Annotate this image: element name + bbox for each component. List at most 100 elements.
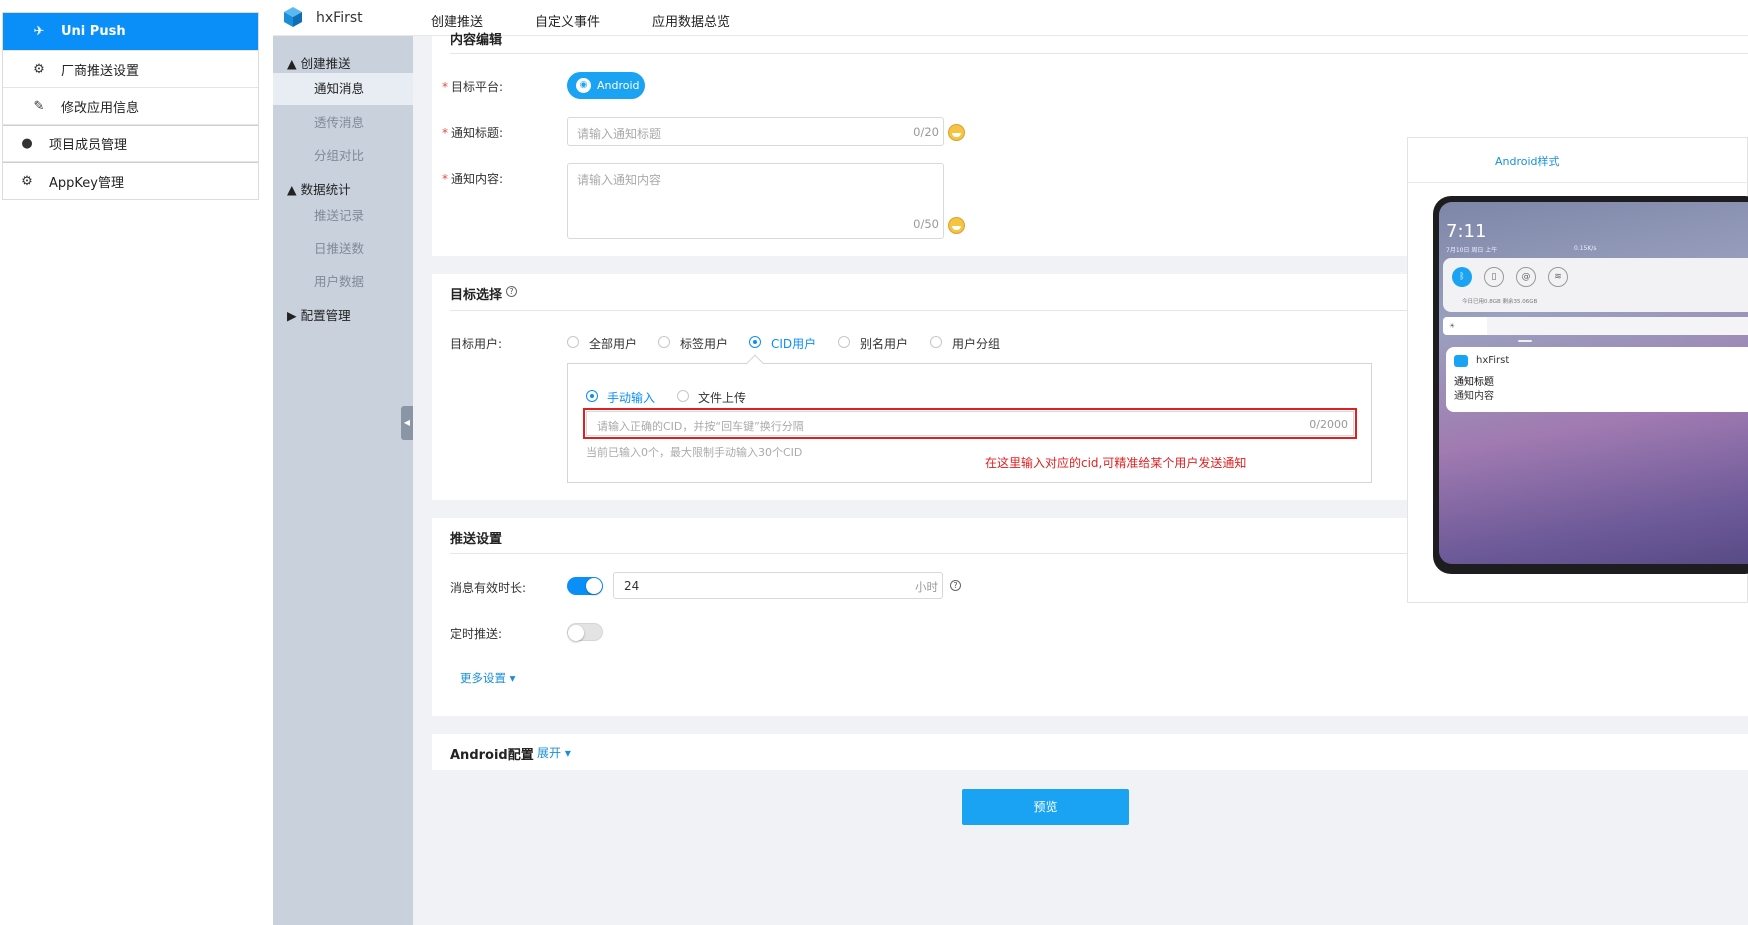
help-icon[interactable]: ? — [950, 580, 961, 591]
radio-user-groups[interactable] — [930, 336, 942, 348]
secondary-nav: ▲ 创建推送 通知消息 透传消息 分组对比 ▲ 数据统计 推送记录 日推送数 用… — [273, 36, 413, 925]
section-title-push-settings: 推送设置 — [450, 532, 503, 547]
notification-app-name: hxFirst — [1476, 355, 1510, 366]
gear-icon: ⚙ — [33, 61, 45, 77]
schedule-label: 定时推送: — [450, 627, 503, 641]
notification-title: 通知标题 — [1454, 377, 1494, 388]
platform-label: * 目标平台: — [442, 80, 504, 94]
brightness-slider: ☀ — [1443, 317, 1748, 335]
gear-icon: ⚙ — [21, 173, 33, 189]
radio-file-upload[interactable] — [677, 390, 689, 402]
divider — [1408, 182, 1748, 183]
collapse-nav-handle[interactable]: ◀ — [401, 406, 413, 440]
subnav-group-create-push[interactable]: ▲ 创建推送 — [287, 53, 351, 72]
title-counter: 0/20 — [913, 125, 939, 139]
subnav-item-group-compare[interactable]: 分组对比 — [273, 140, 413, 172]
app-icon — [1454, 355, 1468, 367]
sidebar-item-label: 项目成员管理 — [49, 138, 128, 153]
subnav-group-data-stats[interactable]: ▲ 数据统计 — [287, 179, 351, 198]
phone-screen: 7:11 7月10日 周日 上午 0.15K/s ᛒ ▯ @ ≋ 今日已用0.8… — [1439, 202, 1748, 564]
app-cube-icon — [284, 7, 302, 27]
body-counter: 0/50 — [913, 217, 939, 231]
radio-manual-input[interactable] — [586, 390, 598, 402]
subnav-item-notification[interactable]: 通知消息 — [273, 73, 413, 105]
expand-link[interactable]: 展开 ▾ — [537, 744, 571, 761]
sidebar-item-uni-push[interactable]: ✈ Uni Push — [3, 13, 258, 51]
section-title-content: 内容编辑 — [450, 33, 503, 48]
sidebar-item-label: 修改应用信息 — [61, 100, 140, 116]
rotate-icon: @ — [1516, 267, 1536, 287]
radio-tag-users[interactable] — [658, 336, 670, 348]
ttl-toggle[interactable] — [567, 577, 603, 595]
sidebar-item-label: Uni Push — [61, 24, 126, 39]
platform-android-chip[interactable]: ◉ Android — [567, 72, 645, 99]
radio-label[interactable]: 标签用户 — [680, 335, 728, 352]
subnav-item-daily-push[interactable]: 日推送数 — [273, 233, 413, 265]
help-icon[interactable]: ? — [506, 286, 517, 297]
schedule-toggle[interactable] — [567, 623, 603, 641]
radio-label[interactable]: 文件上传 — [698, 389, 746, 406]
cid-counter: 0/2000 — [1309, 418, 1348, 431]
sidebar-item-vendor-push-settings[interactable]: ⚙ 厂商推送设置 — [3, 51, 258, 88]
storage-text: 今日已用0.8GB 剩余35.06GB — [1462, 299, 1538, 305]
preview-button[interactable]: 预览 — [962, 789, 1129, 825]
notification-body: 通知内容 — [1454, 391, 1494, 402]
radio-all-users[interactable] — [567, 336, 579, 348]
android-icon: ◉ — [576, 78, 591, 93]
phone-date: 7月10日 周日 上午 — [1446, 247, 1498, 254]
wifi-icon: ≋ — [1548, 267, 1568, 287]
sidebar-item-appkey[interactable]: ⚙ AppKey管理 — [3, 162, 258, 199]
cid-textarea-highlight: 请输入正确的CID，并按“回车键”换行分隔 0/2000 — [583, 408, 1357, 439]
body-label: * 通知内容: — [442, 172, 504, 186]
notification-card: hxFirst 通知标题 通知内容 — [1446, 347, 1748, 412]
nav-create-push[interactable]: 创建推送 — [431, 11, 483, 30]
subnav-item-push-records[interactable]: 推送记录 — [273, 200, 413, 232]
drag-handle — [1518, 340, 1532, 342]
radio-label[interactable]: 别名用户 — [860, 335, 908, 352]
edit-icon: ✎ — [33, 98, 45, 114]
bluetooth-icon: ᛒ — [1452, 267, 1472, 287]
phone-speed: 0.15K/s — [1574, 245, 1597, 252]
sidebar-item-label: 厂商推送设置 — [61, 63, 140, 79]
nav-custom-events[interactable]: 自定义事件 — [535, 11, 600, 30]
android-config-panel: Android配置 展开 ▾ — [432, 734, 1748, 770]
android-style-tab[interactable]: Android样式 — [1495, 153, 1560, 169]
phone-clock: 7:11 — [1446, 221, 1487, 242]
flashlight-icon: ▯ — [1484, 267, 1504, 287]
radio-cid-users[interactable] — [749, 336, 761, 348]
subnav-item-passthrough[interactable]: 透传消息 — [273, 107, 413, 139]
radio-alias-users[interactable] — [838, 336, 850, 348]
radio-label[interactable]: 手动输入 — [607, 389, 655, 406]
sun-icon: ☀ — [1443, 317, 1487, 335]
caret-down-icon: ▾ — [564, 746, 571, 760]
paper-plane-icon: ✈ — [33, 24, 45, 39]
notification-title-input[interactable]: 请输入通知标题 0/20 — [567, 117, 944, 146]
section-title-target: 目标选择 — [450, 288, 503, 303]
cid-textarea[interactable]: 请输入正确的CID，并按“回车键”换行分隔 0/2000 — [586, 411, 1354, 436]
radio-label[interactable]: CID用户 — [771, 335, 816, 352]
cid-hint: 当前已输入0个，最大限制手动输入30个CID — [586, 446, 803, 459]
sidebar-item-project-members[interactable]: ● 项目成员管理 — [3, 125, 258, 162]
emoji-picker-icon[interactable] — [948, 217, 965, 234]
cid-input-box: 手动输入 文件上传 请输入正确的CID，并按“回车键”换行分隔 0/2000 当… — [567, 354, 1372, 483]
notification-body-textarea[interactable]: 请输入通知内容 0/50 — [567, 163, 944, 239]
ttl-input[interactable]: 24 小时 — [613, 572, 943, 599]
subnav-item-user-data[interactable]: 用户数据 — [273, 266, 413, 298]
title-label: * 通知标题: — [442, 126, 504, 140]
sidebar-item-edit-app-info[interactable]: ✎ 修改应用信息 — [3, 88, 258, 125]
more-settings-link[interactable]: 更多设置 ▾ — [460, 670, 515, 686]
nav-app-overview[interactable]: 应用数据总览 — [652, 11, 730, 30]
user-icon: ● — [21, 136, 33, 151]
subnav-group-config[interactable]: ▶ 配置管理 — [287, 305, 351, 324]
annotation-text: 在这里输入对应的cid,可精准给某个用户发送通知 — [985, 456, 1247, 470]
section-title-android-config: Android配置 — [450, 748, 534, 763]
phone-mockup: 7:11 7月10日 周日 上午 0.15K/s ᛒ ▯ @ ≋ 今日已用0.8… — [1433, 196, 1748, 574]
sidebar: ✈ Uni Push ⚙ 厂商推送设置 ✎ 修改应用信息 ● 项目成员管理 ⚙ … — [2, 12, 259, 200]
ttl-label: 消息有效时长: — [450, 581, 527, 595]
quick-settings-panel: ᛒ ▯ @ ≋ 今日已用0.8GB 剩余35.06GB — [1443, 258, 1748, 312]
divider — [450, 53, 1748, 54]
radio-label[interactable]: 用户分组 — [952, 335, 1000, 352]
emoji-picker-icon[interactable] — [948, 124, 965, 141]
radio-label[interactable]: 全部用户 — [589, 335, 637, 352]
pointer-arrow — [746, 354, 764, 372]
